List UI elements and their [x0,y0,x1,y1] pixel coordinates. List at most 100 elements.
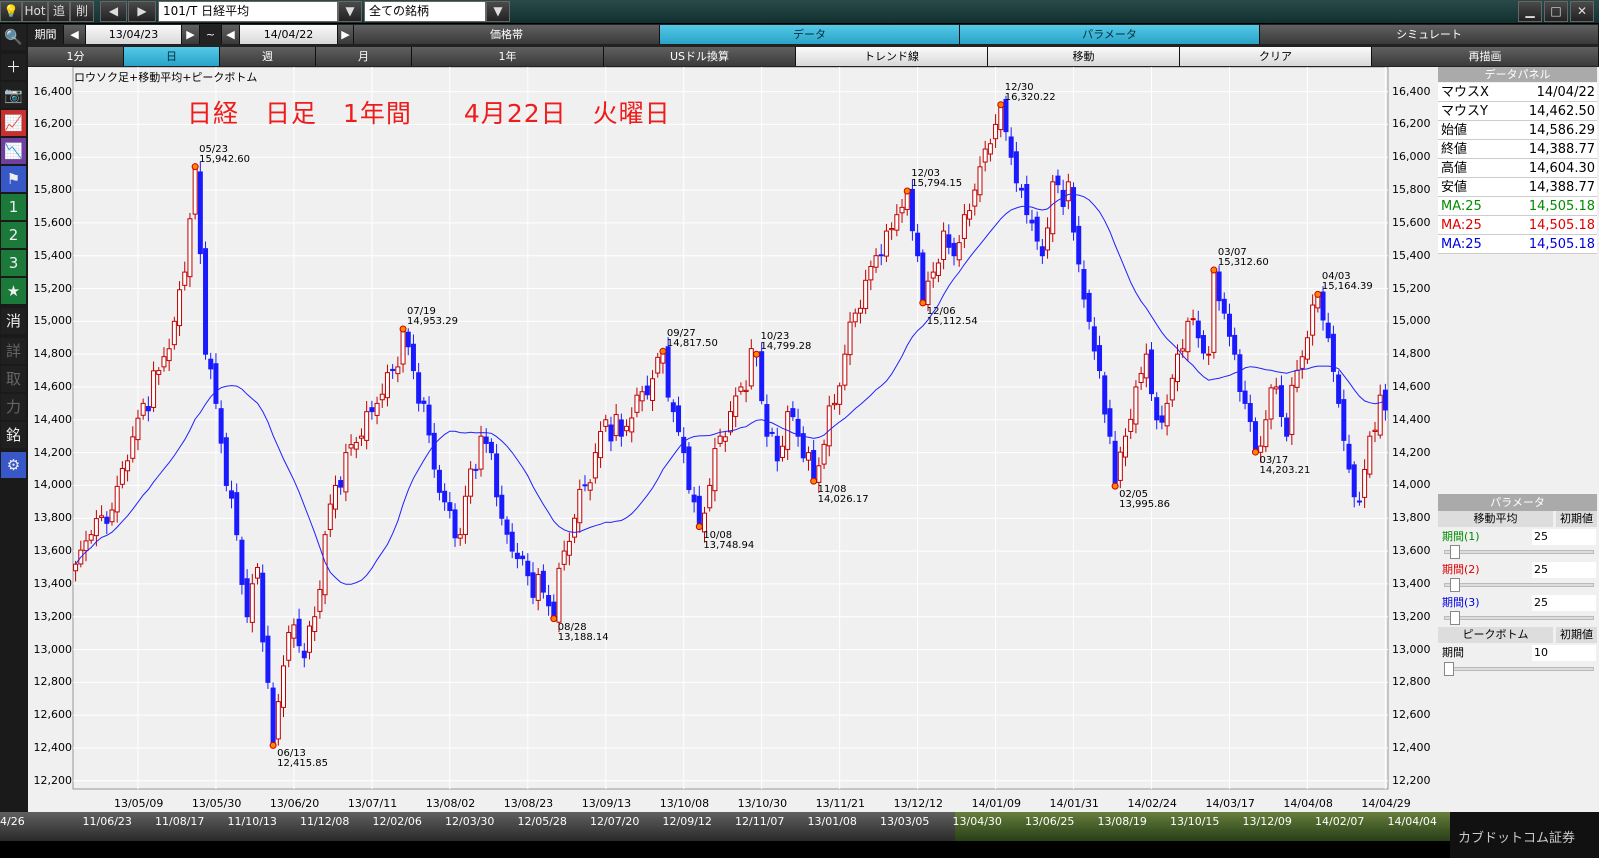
peak-bottom-period-thumb[interactable] [1444,662,1454,676]
trade-button[interactable]: 取 [1,366,26,392]
erase-button[interactable]: 消 [1,308,26,334]
candle-body [967,210,973,220]
chart-line-red-icon[interactable]: 📈 [1,110,26,136]
tab-simulate[interactable]: シミュレート [1260,25,1599,44]
peak-value-label: 15,312.60 [1217,257,1269,269]
chart-canvas[interactable] [28,67,1436,812]
gear-icon[interactable]: ⚙ [1,452,26,478]
peak-value-label: 13,995.86 [1119,499,1171,511]
candle-body [468,468,474,497]
symbol-input[interactable]: 101/T 日経平均 [158,1,338,22]
candle-body [1190,318,1196,321]
preset-2-button[interactable]: 2 [1,222,26,248]
ma-period-3-thumb[interactable] [1450,611,1460,625]
candle-body [759,351,765,402]
candle-body [1055,175,1061,186]
navigator-date-label: 13/10/15 [1170,815,1220,828]
period-end-next-icon[interactable]: ▶ [338,25,354,44]
clear-button[interactable]: クリア [1180,47,1372,66]
ma-reset-button[interactable]: 初期値 [1556,511,1597,527]
top-toolbar: 💡 Hot 追 削 ◀ ▶ 101/T 日経平均 ▼ 全ての銘柄 ▼ ▁ □ ✕ [0,0,1599,24]
usd-convert-button[interactable]: USドル換算 [604,47,796,66]
prev-arrow-icon[interactable]: ◀ [100,1,127,22]
flag-icon[interactable]: ⚑ [1,166,26,192]
preset-3-button[interactable]: 3 [1,250,26,276]
candle-body [951,242,957,257]
y-tick-label-left: 13,000 [33,642,73,656]
x-tick-label: 14/01/09 [971,797,1021,810]
ma-period-1-thumb[interactable] [1450,545,1460,559]
bulb-icon[interactable]: 💡 [0,1,22,22]
candle-body [1221,298,1227,314]
redraw-button[interactable]: 再描画 [1372,47,1599,66]
candle-body [1107,408,1113,437]
candle-body [1185,320,1191,353]
ma-period-1-input[interactable]: 25 [1532,529,1596,545]
maximize-icon[interactable]: □ [1544,1,1568,22]
trendline-button[interactable]: トレンド線 [796,47,988,66]
search-icon[interactable]: 🔍 [1,24,26,50]
period-start-input[interactable]: 13/04/23 [86,25,182,44]
next-arrow-icon[interactable]: ▶ [128,1,156,22]
camera-icon[interactable]: 📷 [1,82,26,108]
candle-body [811,449,817,482]
peak-bottom-period-input[interactable]: 10 [1532,645,1596,661]
tab-parameter[interactable]: パラメータ [960,25,1260,44]
candle-body [629,417,635,433]
filter-select[interactable]: 全ての銘柄 [364,1,486,22]
candle-body [509,531,515,552]
filter-dropdown-icon[interactable]: ▼ [486,1,510,22]
ma-period-3-input[interactable]: 25 [1532,595,1596,611]
period-end-prev-icon[interactable]: ◀ [222,25,240,44]
timeframe-month[interactable]: 月 [316,47,412,66]
ma-period-3-slider[interactable] [1444,616,1594,620]
candle-body [681,436,687,454]
detail-button[interactable]: 詳 [1,338,26,364]
ma-period-1-slider[interactable] [1444,550,1594,554]
ma-period-2-slider[interactable] [1444,583,1594,587]
y-tick-label-left: 12,600 [33,708,73,722]
minimize-icon[interactable]: ▁ [1518,1,1542,22]
timeframe-week[interactable]: 週 [220,47,316,66]
delete-button[interactable]: 削 [70,1,94,22]
stock-button[interactable]: 銘 [1,422,26,448]
candle-body [572,517,578,538]
crosshair-icon[interactable]: ＋ [1,54,26,80]
preset-1-button[interactable]: 1 [1,194,26,220]
candle-body [665,346,671,398]
candlestick-chart[interactable]: ロウソク足+移動平均+ピークボトム 日経 日足 1年間 4月22日 火曜日 12… [28,67,1436,812]
y-tick-label-right: 16,200 [1392,117,1431,131]
y-tick-label-right: 14,000 [1392,478,1431,492]
add-button[interactable]: 追 [48,1,70,22]
ma-period-2-thumb[interactable] [1450,578,1460,592]
timeframe-1min[interactable]: 1分 [28,47,124,66]
candle-body [1294,370,1300,388]
symbol-dropdown-icon[interactable]: ▼ [338,1,362,22]
candle-body [114,485,120,513]
peak-bottom-period-slider[interactable] [1444,667,1594,671]
ma-period-2-input[interactable]: 25 [1532,562,1596,578]
period-start-prev-icon[interactable]: ◀ [64,25,86,44]
candle-body [452,509,458,539]
candle-body [561,550,567,565]
candle-body [1320,291,1326,321]
candle-body [457,534,463,539]
move-button[interactable]: 移動 [988,47,1180,66]
period-start-next-icon[interactable]: ▶ [182,25,200,44]
candle-body [405,331,411,348]
y-tick-label-right: 14,600 [1392,379,1431,393]
period-end-input[interactable]: 14/04/22 [240,25,338,44]
timeframe-day[interactable]: 日 [124,47,220,66]
close-icon[interactable]: ✕ [1570,1,1594,22]
timeframe-year[interactable]: 1年 [412,47,604,66]
data-panel-key: MA:25 [1441,199,1482,214]
peak-bottom-reset-button[interactable]: 初期値 [1556,627,1597,643]
x-tick-label: 14/03/17 [1205,797,1255,810]
tab-data[interactable]: データ [660,25,960,44]
hot-button[interactable]: Hot [22,1,48,22]
tab-price-band[interactable]: 価格帯 [354,25,660,44]
star-icon[interactable]: ★ [1,278,26,304]
candle-body [1128,418,1134,432]
chart-line-purple-icon[interactable]: 📉 [1,138,26,164]
power-button[interactable]: 力 [1,394,26,420]
